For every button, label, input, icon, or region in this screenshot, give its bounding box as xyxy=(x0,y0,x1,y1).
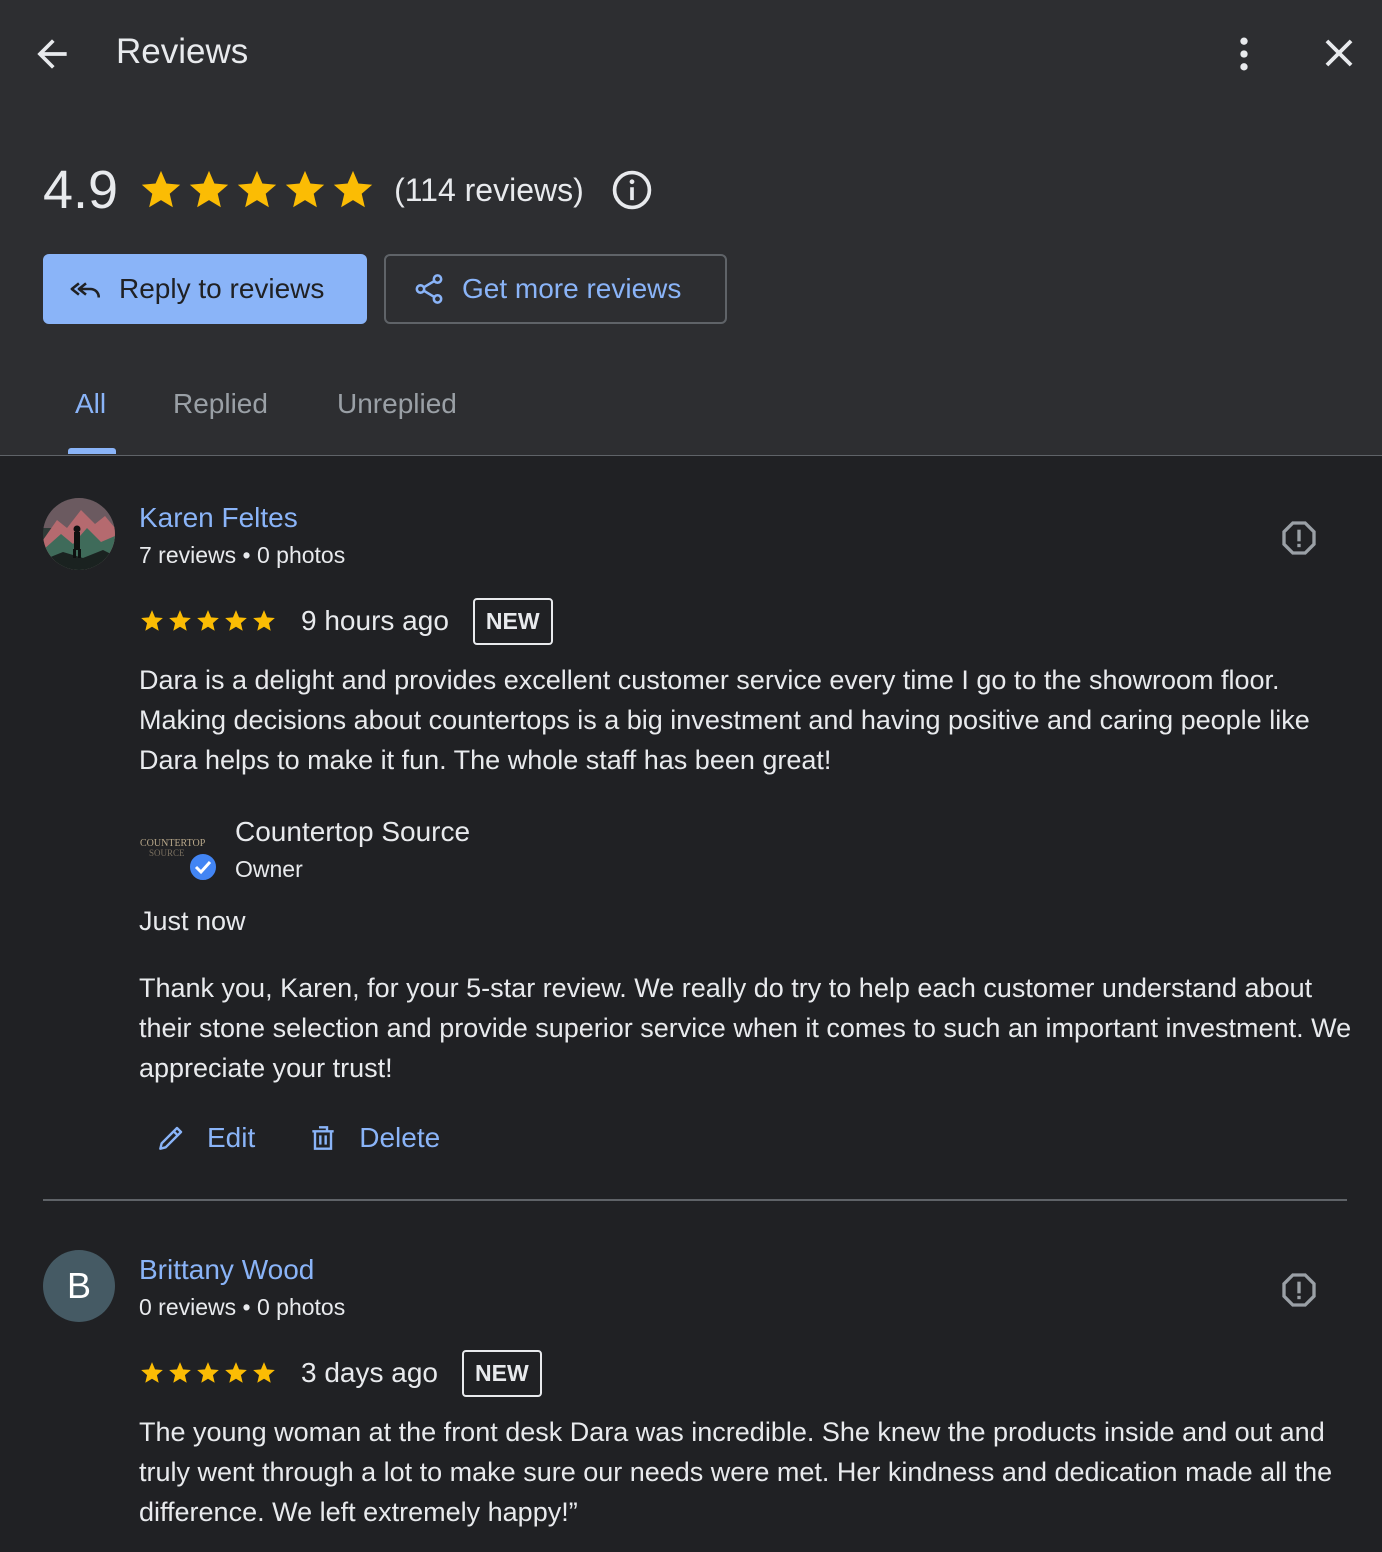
review-count: (114 reviews) xyxy=(394,171,584,208)
star-icon xyxy=(285,170,325,208)
star-icon xyxy=(197,610,219,631)
tab-unreplied[interactable]: Unreplied xyxy=(337,388,457,420)
reply-to-reviews-button[interactable]: Reply to reviews xyxy=(43,254,367,324)
average-rating: 4.9 xyxy=(43,160,119,220)
reply-to-reviews-label: Reply to reviews xyxy=(119,273,325,304)
rating-summary: 4.9 (114 reviews) xyxy=(43,158,654,222)
avatar[interactable] xyxy=(43,498,115,570)
star-icon xyxy=(225,1362,247,1383)
edit-reply-button[interactable]: Edit xyxy=(155,1122,255,1154)
pencil-icon xyxy=(159,1126,183,1150)
star-icon xyxy=(189,170,229,208)
get-more-reviews-label: Get more reviews xyxy=(462,273,682,304)
rating-stars xyxy=(138,167,376,213)
star-icon xyxy=(141,1362,163,1383)
logo-text-bottom: SOURCE xyxy=(149,848,185,858)
reply-actions: Edit Delete xyxy=(155,1114,492,1162)
share-icon xyxy=(415,274,443,304)
new-badge: NEW xyxy=(462,1349,542,1397)
reply-text: Thank you, Karen, for your 5-star review… xyxy=(139,973,1352,1083)
owner-role: Owner xyxy=(235,856,303,882)
mountain-avatar-image xyxy=(43,498,115,570)
avatar[interactable]: B xyxy=(43,1250,115,1322)
review-time: 9 hours ago xyxy=(301,605,449,636)
reviewer-meta: 7 reviews • 0 photos xyxy=(139,542,346,568)
reviewer-name[interactable]: Brittany Wood xyxy=(139,1254,314,1286)
review-text: Dara is a delight and provides excellent… xyxy=(139,665,1310,775)
review-stars xyxy=(139,1360,277,1386)
star-icon xyxy=(237,170,277,208)
tab-replied[interactable]: Replied xyxy=(173,388,268,420)
star-icon xyxy=(253,610,275,631)
delete-label: Delete xyxy=(359,1122,441,1153)
active-tab-indicator xyxy=(68,448,116,454)
star-icon xyxy=(225,610,247,631)
edit-label: Edit xyxy=(207,1122,256,1153)
star-icon xyxy=(141,170,181,208)
tab-all[interactable]: All xyxy=(75,388,106,420)
arrow-left-icon[interactable] xyxy=(30,32,74,76)
star-icon xyxy=(169,610,191,631)
review-rating-row: 9 hours ago NEW xyxy=(139,597,553,645)
star-icon xyxy=(197,1362,219,1383)
app-bar: Reviews xyxy=(0,0,1382,108)
report-icon[interactable] xyxy=(1279,1270,1319,1310)
report-icon[interactable] xyxy=(1279,518,1319,558)
star-icon xyxy=(141,610,163,631)
owner-logo: COUNTERTOP SOURCE xyxy=(140,838,218,882)
review-stars xyxy=(139,608,277,634)
star-icon xyxy=(169,1362,191,1383)
more-vert-icon[interactable] xyxy=(1222,32,1266,76)
new-badge: NEW xyxy=(472,597,553,645)
reviewer-meta: 0 reviews • 0 photos xyxy=(139,1294,346,1320)
close-icon[interactable] xyxy=(1316,30,1362,76)
star-icon xyxy=(253,1362,275,1383)
info-icon[interactable] xyxy=(610,168,654,212)
get-more-reviews-button[interactable]: Get more reviews xyxy=(384,254,727,324)
reply-time: Just now xyxy=(139,906,246,936)
reviews-header-panel: Reviews 4.9 (114 reviews) Reply to revie… xyxy=(0,0,1382,456)
reviewer-name[interactable]: Karen Feltes xyxy=(139,502,298,534)
review-text: The young woman at the front desk Dara w… xyxy=(139,1417,1333,1527)
review-divider xyxy=(43,1199,1347,1201)
star-icon xyxy=(333,170,373,208)
page-title: Reviews xyxy=(116,32,249,71)
trash-icon xyxy=(312,1126,334,1150)
reply-all-icon xyxy=(70,282,101,298)
owner-name: Countertop Source xyxy=(235,816,471,847)
review-rating-row: 3 days ago NEW xyxy=(139,1349,542,1397)
review-time: 3 days ago xyxy=(301,1357,438,1388)
delete-reply-button[interactable]: Delete xyxy=(307,1122,440,1154)
